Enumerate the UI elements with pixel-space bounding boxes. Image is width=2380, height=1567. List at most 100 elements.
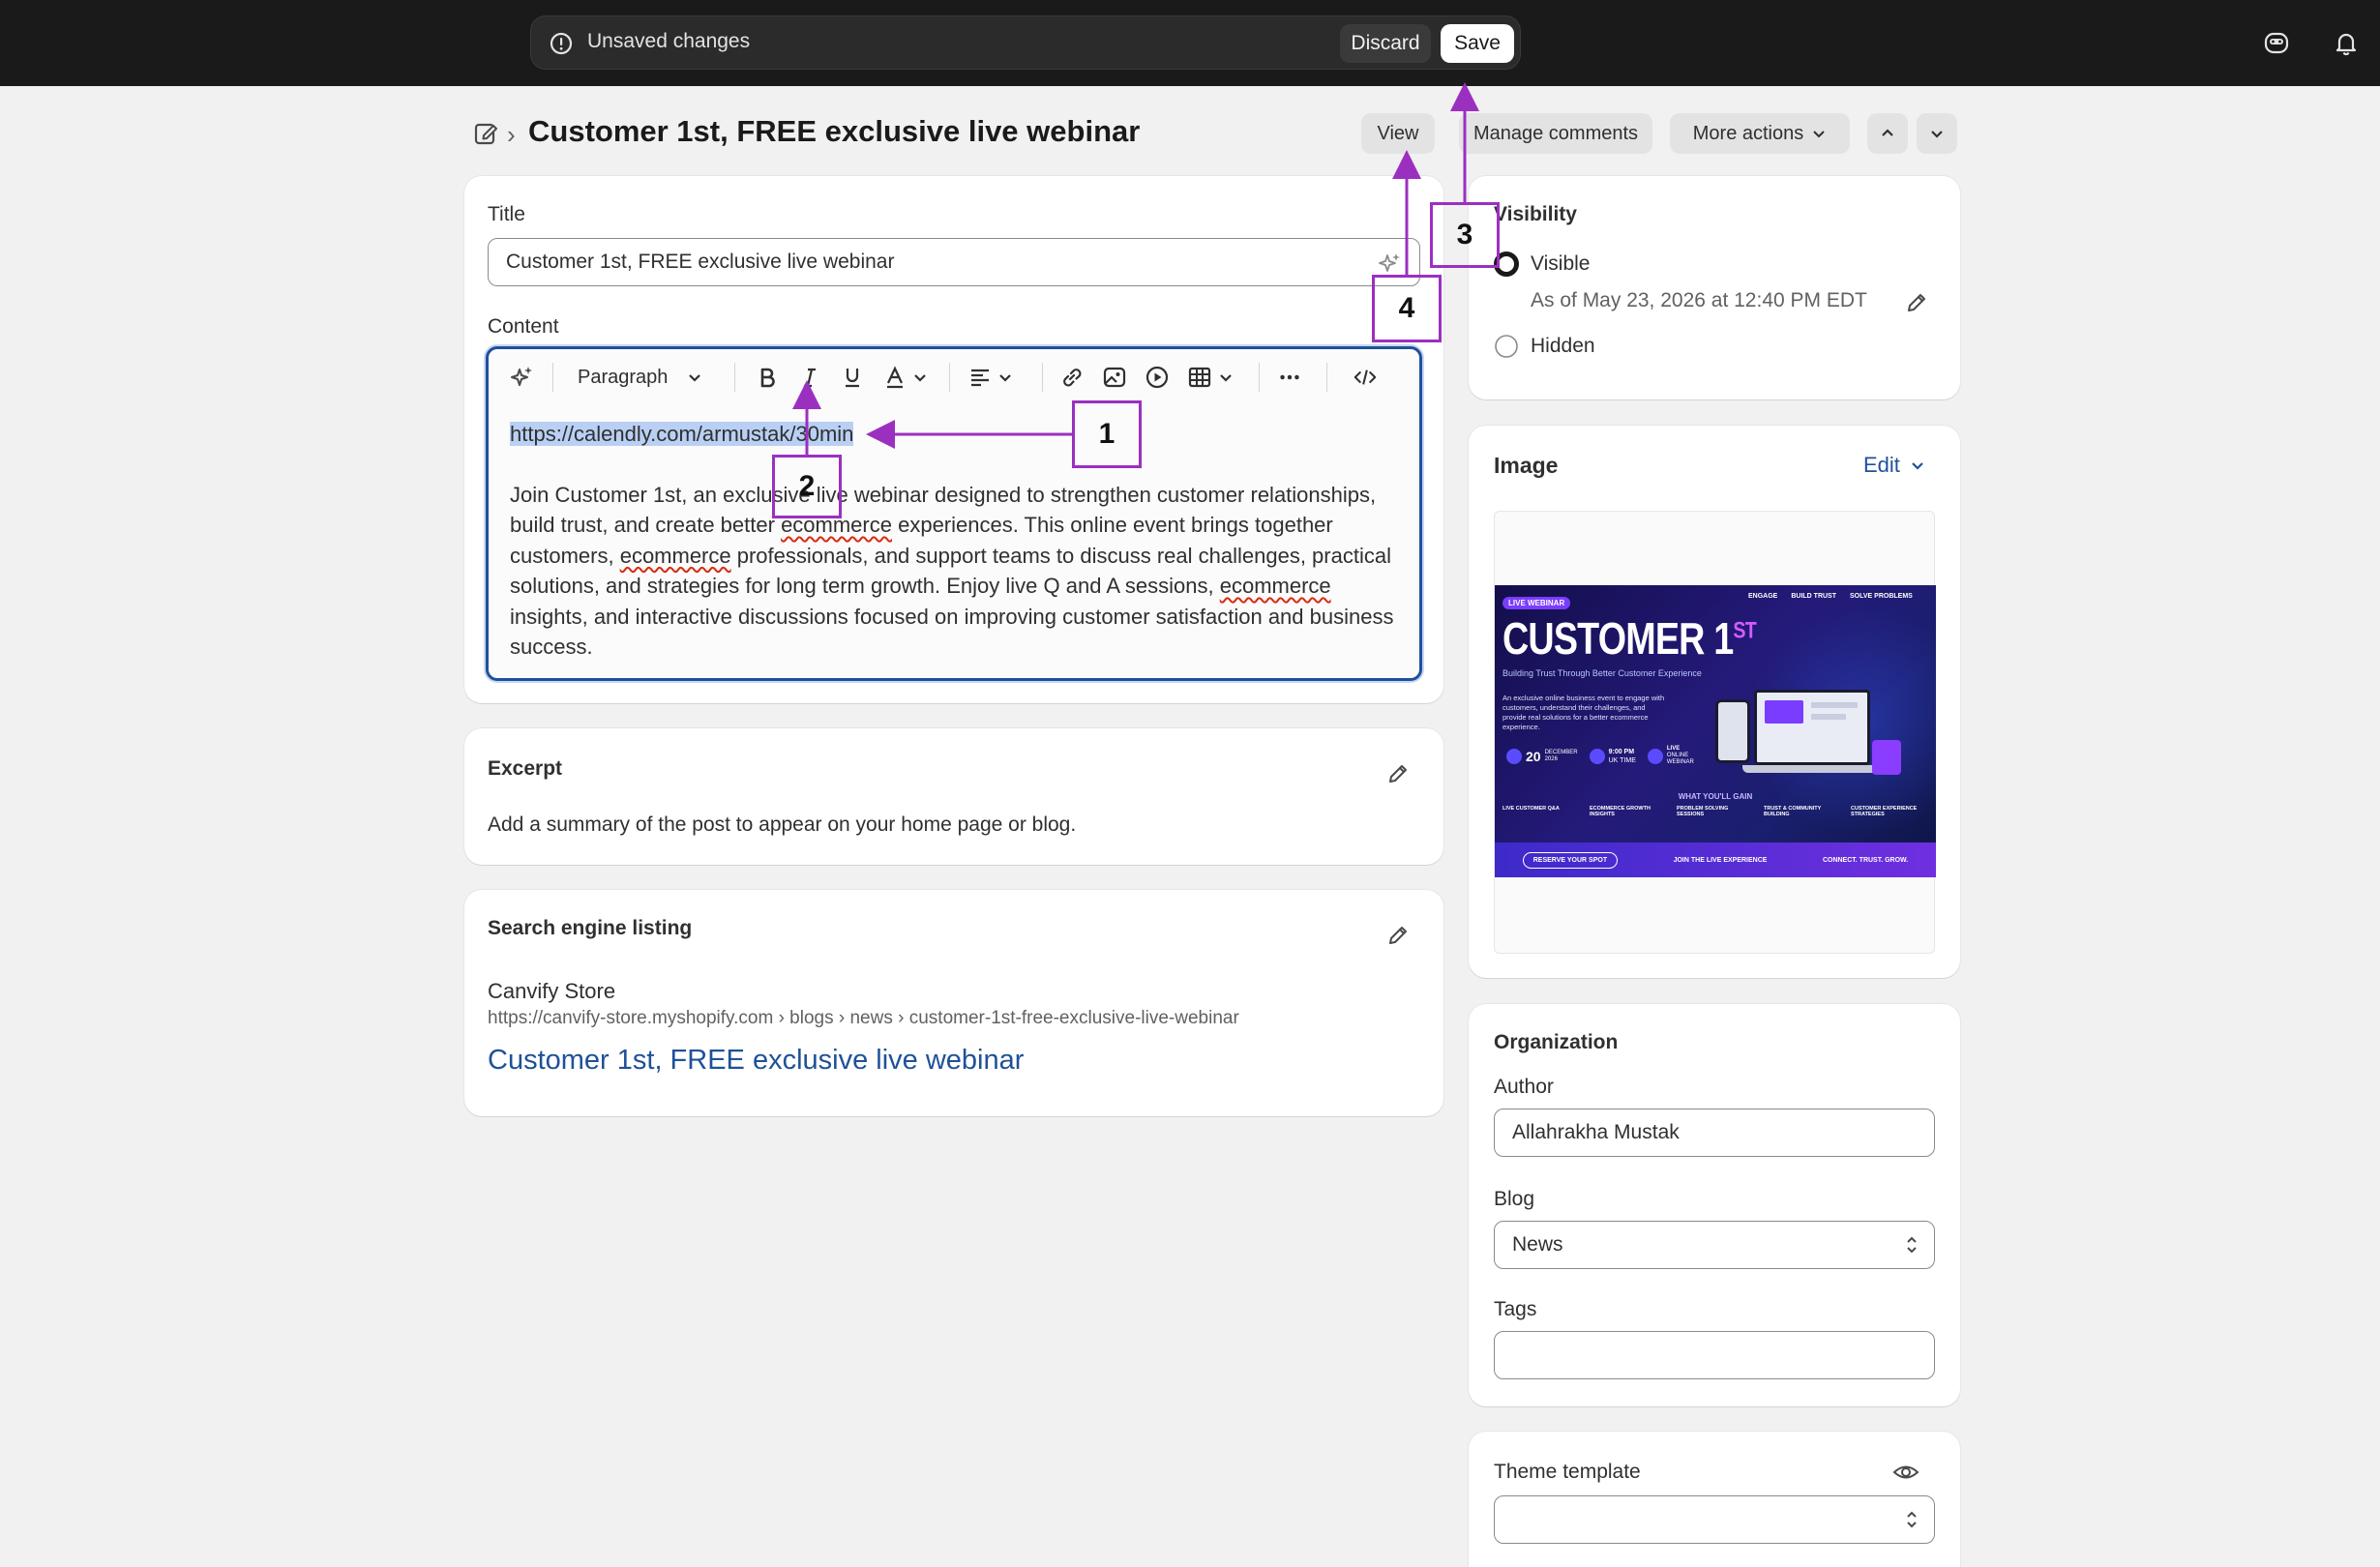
- edit-pencil-icon[interactable]: [1904, 290, 1929, 315]
- laptop-illustration: [1754, 690, 1870, 765]
- save-button[interactable]: Save: [1441, 24, 1514, 63]
- chevron-down-icon: [999, 374, 1011, 382]
- content-link[interactable]: https://calendly.com/armustak/30min: [510, 422, 854, 446]
- view-button[interactable]: View: [1361, 113, 1435, 154]
- chevron-down-icon: [1912, 462, 1923, 470]
- discard-button[interactable]: Discard: [1340, 24, 1431, 63]
- organization-card: Organization Author Allahrakha Mustak Bl…: [1469, 1004, 1960, 1406]
- visibility-title: Visibility: [1494, 203, 1577, 225]
- video-icon[interactable]: [1145, 365, 1170, 390]
- more-actions-label: More actions: [1692, 122, 1804, 144]
- annotation-box-4: 4: [1372, 275, 1442, 342]
- paragraph-style-label: Paragraph: [578, 366, 669, 388]
- seo-url: https://canvify-store.myshopify.com › bl…: [488, 1008, 1239, 1028]
- title-label: Title: [488, 203, 525, 225]
- theme-template-card: Theme template: [1469, 1432, 1960, 1567]
- blog-post-icon[interactable]: [472, 120, 499, 147]
- previous-post-button[interactable]: [1867, 113, 1908, 154]
- sidekick-icon[interactable]: [2262, 28, 2291, 57]
- edit-pencil-icon[interactable]: [1385, 923, 1411, 948]
- alert-circle-icon: [550, 32, 573, 55]
- chevron-up-icon: [1882, 129, 1893, 136]
- excerpt-title: Excerpt: [488, 757, 563, 780]
- excerpt-card: Excerpt Add a summary of the post to app…: [464, 728, 1443, 865]
- magic-sparkle-icon[interactable]: [1378, 251, 1403, 277]
- magic-sparkle-icon[interactable]: [510, 365, 535, 390]
- banner-gains: LIVE CUSTOMER Q&A ECOMMERCE GROWTH INSIG…: [1502, 806, 1918, 817]
- content-editor[interactable]: Paragraph https://calendly.com/armustak/…: [486, 346, 1422, 681]
- top-bar: Unsaved changes Discard Save: [0, 0, 2380, 86]
- banner-subhead: Building Trust Through Better Customer E…: [1502, 668, 1702, 678]
- annotation-box-1: 1: [1072, 400, 1142, 468]
- image-icon[interactable]: [1102, 365, 1127, 390]
- hidden-label: Hidden: [1531, 335, 1595, 357]
- blog-selected-value: News: [1512, 1233, 1563, 1256]
- seo-store-name: Canvify Store: [488, 979, 616, 1003]
- italic-icon[interactable]: [798, 365, 821, 390]
- blog-select[interactable]: News: [1494, 1221, 1935, 1269]
- theme-template-title: Theme template: [1494, 1461, 1641, 1483]
- chevron-down-icon: [914, 374, 926, 382]
- next-post-button[interactable]: [1917, 113, 1957, 154]
- align-left-icon: [971, 369, 989, 387]
- search-engine-listing-card: Search engine listing Canvify Store http…: [464, 890, 1443, 1116]
- code-view-icon[interactable]: [1352, 365, 1379, 390]
- radio-hidden[interactable]: [1494, 334, 1519, 359]
- editor-toolbar: Paragraph: [489, 349, 1419, 403]
- webinar-banner-image[interactable]: LIVE WEBINAR CUSTOMER 1ST Building Trust…: [1495, 585, 1936, 877]
- banner-tag: LIVE WEBINAR: [1502, 597, 1571, 609]
- image-edit-button[interactable]: Edit: [1863, 453, 1925, 478]
- author-input[interactable]: Allahrakha Mustak: [1494, 1109, 1935, 1157]
- select-arrows-icon: [1907, 1236, 1917, 1254]
- annotation-box-2: 2: [772, 455, 842, 518]
- alignment-select[interactable]: [968, 365, 1013, 390]
- image-card: Image Edit LIVE WEBINAR CUSTOMER 1ST Bui…: [1469, 426, 1960, 978]
- edit-pencil-icon[interactable]: [1385, 761, 1411, 786]
- content-paragraph: Join Customer 1st, an exclusive live web…: [510, 482, 1394, 660]
- table-select[interactable]: [1187, 365, 1234, 390]
- more-actions-button[interactable]: More actions: [1670, 113, 1850, 154]
- seo-title: Search engine listing: [488, 917, 693, 939]
- image-title: Image: [1494, 453, 1559, 478]
- underline-icon[interactable]: [841, 365, 864, 390]
- link-icon[interactable]: [1059, 365, 1085, 390]
- author-label: Author: [1494, 1076, 1554, 1098]
- paragraph-style-select[interactable]: Paragraph: [578, 365, 702, 390]
- more-horizontal-icon[interactable]: [1276, 365, 1303, 390]
- banner-pillars: ENGAGE BUILD TRUST SOLVE PROBLEMS: [1748, 593, 1913, 600]
- seo-link-title[interactable]: Customer 1st, FREE exclusive live webina…: [488, 1045, 1024, 1077]
- page-title: Customer 1st, FREE exclusive live webina…: [528, 114, 1141, 148]
- chevron-down-icon: [689, 374, 701, 382]
- select-arrows-icon: [1907, 1511, 1917, 1528]
- unsaved-changes-bar: Unsaved changes Discard Save: [530, 15, 1521, 70]
- tags-label: Tags: [1494, 1298, 1537, 1320]
- content-body[interactable]: https://calendly.com/armustak/30min Join…: [510, 419, 1410, 663]
- banner-description: An exclusive online business event to en…: [1502, 694, 1665, 731]
- banner-gain-title: WHAT YOU'LL GAIN: [1678, 792, 1753, 801]
- tags-input[interactable]: [1494, 1331, 1935, 1379]
- chevron-down-icon: [1220, 374, 1232, 382]
- blog-label: Blog: [1494, 1188, 1535, 1210]
- banner-event-info: 20 DECEMBER 2026 9:00 PM UK TIME LIVE ONLIN…: [1506, 746, 1694, 766]
- visibility-card: Visibility Visible As of May 23, 2026 at…: [1469, 176, 1960, 399]
- content-label: Content: [488, 315, 559, 338]
- image-frame: LIVE WEBINAR CUSTOMER 1ST Building Trust…: [1494, 511, 1936, 954]
- text-color-select[interactable]: [883, 365, 928, 390]
- annotation-box-3: 3: [1430, 202, 1500, 268]
- image-edit-label: Edit: [1863, 453, 1900, 477]
- theme-template-select[interactable]: [1494, 1495, 1935, 1544]
- bold-icon[interactable]: [756, 365, 779, 390]
- text-color-icon: [887, 366, 903, 389]
- title-input[interactable]: Customer 1st, FREE exclusive live webina…: [488, 238, 1420, 286]
- breadcrumb-chevron-icon: ›: [507, 120, 516, 149]
- chevron-down-icon: [1813, 131, 1825, 138]
- table-icon: [1188, 367, 1211, 388]
- eye-icon[interactable]: [1892, 1461, 1919, 1484]
- banner-headline: CUSTOMER 1ST: [1502, 613, 1757, 664]
- chevron-down-icon: [1931, 131, 1943, 138]
- bell-icon[interactable]: [2332, 28, 2361, 57]
- manage-comments-button[interactable]: Manage comments: [1459, 113, 1652, 154]
- visible-label: Visible: [1531, 252, 1591, 275]
- unsaved-changes-label: Unsaved changes: [587, 30, 751, 52]
- banner-cta-bar: RESERVE YOUR SPOT JOIN THE LIVE EXPERIEN…: [1495, 843, 1936, 877]
